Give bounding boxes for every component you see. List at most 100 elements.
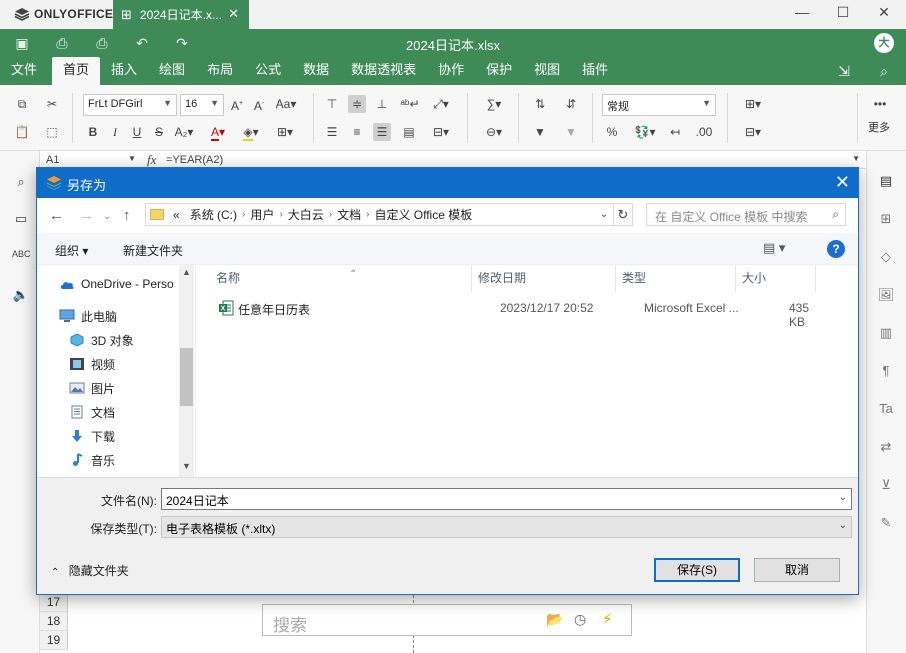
chevron-down-icon[interactable]: ▼ — [128, 154, 136, 163]
breadcrumb-documents[interactable]: 文档 — [332, 206, 366, 223]
new-folder-button[interactable]: 新建文件夹 — [123, 242, 183, 259]
breadcrumb-templates[interactable]: 自定义 Office 模板 — [369, 206, 477, 223]
function-icon[interactable]: fx — [147, 152, 156, 168]
subscript-icon[interactable]: A₂▾ — [172, 123, 196, 141]
merge-cells-icon[interactable]: ⊟▾ — [428, 123, 454, 141]
organize-button[interactable]: 组织 ▾ — [55, 242, 88, 259]
align-center-icon[interactable]: ≡ — [348, 123, 366, 141]
align-right-icon[interactable]: ☰ — [373, 123, 391, 141]
column-header-modified[interactable]: 修改日期 — [472, 265, 616, 292]
user-avatar[interactable]: 大 — [874, 33, 894, 53]
align-bottom-icon[interactable]: ⊥ — [373, 95, 391, 113]
sort-ascending-icon[interactable]: ⇅ — [531, 95, 549, 113]
nav-item-videos[interactable]: 视频 — [69, 353, 115, 375]
breadcrumb-user[interactable]: 大白云 — [283, 206, 329, 223]
currency-icon[interactable]: 💱▾ — [632, 123, 658, 141]
favorite-folder-icon[interactable]: 📂 — [546, 611, 563, 628]
more-icon[interactable]: ••• — [871, 95, 889, 113]
nav-item-3d-objects[interactable]: 3D 对象 — [69, 329, 134, 351]
sum-icon[interactable]: ∑▾ — [481, 95, 507, 113]
save-button[interactable]: 保存(S) — [654, 558, 740, 582]
spellcheck-icon[interactable]: ABC — [12, 249, 31, 267]
font-size-select[interactable]: 16 ▼ — [180, 94, 224, 116]
row-header[interactable]: 17 — [40, 593, 68, 612]
tab-draw[interactable]: 绘图 — [148, 57, 196, 85]
close-dialog-icon[interactable]: ✕ — [835, 172, 850, 193]
tab-pivot-table[interactable]: 数据透视表 — [340, 57, 427, 85]
cell-settings-icon[interactable]: ▤ — [877, 173, 895, 191]
select-all-icon[interactable]: ⬚ — [43, 123, 61, 141]
nav-item-this-pc[interactable]: 此电脑 — [59, 305, 117, 327]
back-arrow-icon[interactable]: ← — [49, 207, 64, 224]
bold-icon[interactable]: B — [84, 123, 102, 141]
up-arrow-icon[interactable]: ↑ — [123, 207, 131, 224]
cancel-button[interactable]: 取消 — [754, 558, 840, 582]
scroll-down-icon[interactable]: ▼ — [179, 461, 194, 471]
underline-icon[interactable]: U — [128, 123, 146, 141]
chart-settings-icon[interactable]: ▥ — [877, 325, 895, 343]
paragraph-icon[interactable]: ¶ — [877, 363, 895, 381]
nav-item-music[interactable]: 音乐 — [69, 449, 115, 471]
close-tab-icon[interactable]: ✕ — [228, 6, 239, 22]
tab-plugins[interactable]: 插件 — [571, 57, 619, 85]
tab-layout[interactable]: 布局 — [196, 57, 244, 85]
insert-cells-icon[interactable]: ⊞▾ — [739, 95, 767, 113]
number-format-select[interactable]: 常规 ▼ — [602, 94, 716, 116]
column-header-size[interactable]: 大小 — [736, 265, 816, 292]
nav-item-documents[interactable]: 文档 — [69, 401, 115, 423]
comment-icon[interactable]: ▭ — [12, 211, 30, 229]
sort-descending-icon[interactable]: ⇵ — [562, 95, 580, 113]
forward-arrow-icon[interactable]: → — [79, 207, 94, 224]
breadcrumb-drive[interactable]: 系统 (C:) — [185, 206, 242, 223]
percent-icon[interactable]: % — [603, 123, 621, 141]
minimize-button[interactable]: — — [790, 4, 814, 24]
align-top-icon[interactable]: ⊤ — [323, 95, 341, 113]
refresh-icon[interactable]: ↻ — [613, 203, 633, 226]
tab-formula[interactable]: 公式 — [244, 57, 292, 85]
fill-color-icon[interactable]: ◈▾ — [238, 123, 264, 141]
formula-input[interactable]: =YEAR(A2) — [166, 154, 223, 166]
text-art-icon[interactable]: Ta — [877, 401, 895, 419]
filename-input[interactable]: 2024日记本 ⌄ — [161, 488, 852, 510]
speaker-icon[interactable]: 🔈 — [12, 287, 30, 305]
font-name-select[interactable]: FrLt DFGirl ▼ — [83, 94, 177, 116]
font-color-icon[interactable]: A▾ — [205, 123, 231, 141]
tab-collaborate[interactable]: 协作 — [427, 57, 475, 85]
tab-file[interactable]: 文件 — [0, 57, 48, 85]
filetype-select[interactable]: 电子表格模板 (*.xltx) ⌄ — [161, 516, 852, 538]
chevron-down-icon[interactable]: ⌄ — [103, 211, 111, 222]
borders-icon[interactable]: ⊞▾ — [272, 123, 298, 141]
nav-item-downloads[interactable]: 下载 — [69, 425, 115, 447]
address-bar[interactable]: « 系统 (C:) › 用户 › 大白云 › 文档 › 自定义 Office 模… — [145, 203, 633, 226]
tab-protect[interactable]: 保护 — [475, 57, 523, 85]
scrollbar-thumb[interactable] — [180, 348, 193, 406]
italic-icon[interactable]: I — [106, 123, 124, 141]
decrease-font-icon[interactable]: A- — [250, 95, 268, 113]
help-icon[interactable]: ? — [827, 240, 845, 258]
hide-folders-toggle[interactable]: ⌃ 隐藏文件夹 — [51, 562, 129, 579]
tab-insert[interactable]: 插入 — [100, 57, 148, 85]
filter-icon[interactable]: ▼ — [531, 123, 549, 141]
file-row[interactable]: X 任意年日历表 2023/12/17 20:52 Microsoft Exce… — [210, 297, 810, 329]
copy-icon[interactable]: ⧉ — [13, 95, 31, 113]
image-settings-icon[interactable]: 🖼 — [877, 287, 895, 305]
paste-icon[interactable]: 📋 — [13, 123, 31, 141]
scroll-up-icon[interactable]: ▲ — [179, 267, 194, 277]
text-orientation-icon[interactable]: ⤢▾ — [428, 95, 454, 113]
chevron-down-icon[interactable]: ▼ — [852, 154, 860, 163]
column-header-name[interactable]: 名称 ⌃ — [210, 265, 472, 292]
column-header-type[interactable]: 类型 — [616, 265, 736, 292]
open-location-icon[interactable]: ⇲ — [835, 63, 853, 81]
chevron-down-icon[interactable]: ⌄ — [839, 492, 847, 503]
address-history-chevron-icon[interactable]: ⌄ — [595, 203, 613, 226]
maximize-button[interactable]: ☐ — [831, 4, 855, 24]
cut-icon[interactable]: ✂ — [43, 95, 61, 113]
row-header[interactable]: 19 — [40, 631, 68, 650]
wrap-text-icon[interactable]: ᵃᵇ↵ — [400, 95, 420, 113]
align-middle-icon[interactable]: ≑ — [348, 95, 366, 113]
sheet-search-box[interactable]: 搜索 📂 ◷ ⚡ — [262, 604, 632, 636]
tab-home[interactable]: 首页 — [52, 57, 101, 85]
decrease-decimal-icon[interactable]: ↤ — [666, 123, 684, 141]
table-settings-icon[interactable]: ⊞ — [877, 211, 895, 229]
increase-decimal-icon[interactable]: .00 — [695, 123, 713, 141]
